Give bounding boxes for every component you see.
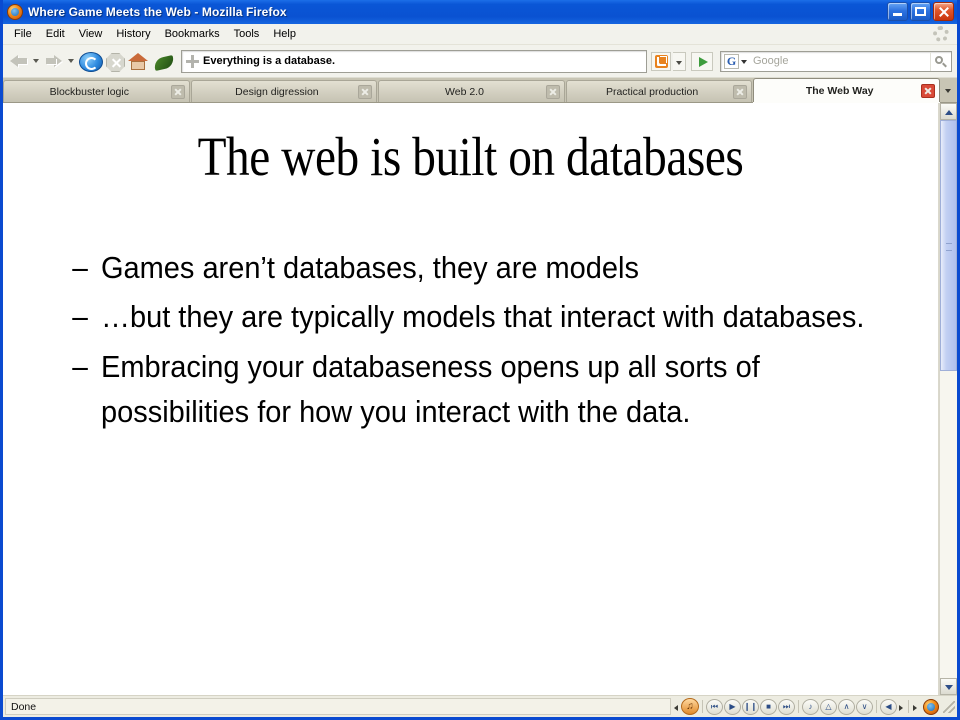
bullet-text: Games aren’t databases, they are models: [101, 251, 639, 285]
scrollbar-thumb[interactable]: [940, 120, 957, 372]
close-button[interactable]: [933, 2, 954, 21]
resize-grip-icon[interactable]: [943, 700, 955, 713]
separator: [908, 700, 909, 713]
next-track-icon[interactable]: ⏭: [778, 698, 795, 715]
previous-track-icon[interactable]: ⏮: [706, 698, 723, 715]
bullet-text: …but they are typically models that inte…: [101, 300, 865, 335]
music-note-icon[interactable]: ♫: [681, 698, 699, 715]
move-cursor-icon: [186, 54, 199, 68]
forward-arrow-icon[interactable]: [43, 51, 65, 71]
list-item: – Embracing your databaseness opens up a…: [71, 345, 908, 436]
tab-label: Practical production: [605, 85, 699, 98]
eject-icon[interactable]: △: [820, 698, 837, 715]
reload-icon[interactable]: [79, 52, 103, 72]
media-overflow-icon[interactable]: [912, 699, 919, 715]
list-item: – …but they are typically models that in…: [71, 295, 908, 340]
title-bar: Where Game Meets the Web - Mozilla Firef…: [3, 0, 957, 24]
navigation-toolbar: Everything is a database. G Google: [3, 45, 957, 78]
slide-page: The web is built on databases – Games ar…: [3, 103, 939, 695]
address-bar[interactable]: Everything is a database.: [181, 49, 647, 73]
separator: [702, 700, 703, 713]
content-area: The web is built on databases – Games ar…: [3, 103, 957, 695]
back-arrow-icon[interactable]: [8, 51, 30, 71]
pause-icon[interactable]: ❙❙: [742, 698, 759, 715]
close-icon[interactable]: [170, 84, 185, 99]
bullet-marker: –: [72, 300, 88, 335]
tab-label: Web 2.0: [445, 85, 484, 98]
menu-item-view[interactable]: View: [72, 26, 110, 42]
music-note-icon[interactable]: ♪: [802, 698, 819, 715]
tab-design-digression[interactable]: Design digression: [190, 80, 378, 102]
close-icon[interactable]: [545, 84, 560, 99]
throbber-icon: [933, 26, 949, 42]
address-input[interactable]: Everything is a database.: [203, 55, 335, 67]
status-message: Done: [5, 698, 671, 715]
tab-bar: Blockbuster logic Design digression Web …: [3, 78, 957, 103]
bullet-list: – Games aren’t databases, they are model…: [3, 246, 938, 436]
page-title: The web is built on databases: [197, 126, 744, 187]
window-controls: [887, 2, 954, 21]
scrollbar-track[interactable]: [940, 120, 957, 678]
vertical-scrollbar[interactable]: [939, 103, 957, 695]
search-box[interactable]: G Google: [720, 50, 952, 72]
menu-item-bookmarks[interactable]: Bookmarks: [158, 26, 227, 42]
browser-window: Where Game Meets the Web - Mozilla Firef…: [0, 0, 960, 720]
tab-blockbuster-logic[interactable]: Blockbuster logic: [3, 80, 190, 102]
tab-label: The Web Way: [805, 84, 874, 97]
tab-practical-production[interactable]: Practical production: [565, 80, 753, 102]
scroll-down-chevron-down-icon[interactable]: [940, 678, 957, 695]
separator: [798, 700, 799, 713]
mute-icon[interactable]: ◀: [880, 698, 897, 715]
menu-item-tools[interactable]: Tools: [227, 26, 267, 42]
close-icon[interactable]: [358, 84, 373, 99]
go-arrow-icon[interactable]: [691, 51, 713, 71]
minimize-button[interactable]: [887, 2, 908, 21]
menu-item-file[interactable]: File: [7, 26, 39, 42]
list-item: – Games aren’t databases, they are model…: [71, 246, 908, 291]
play-icon[interactable]: ▶: [724, 698, 741, 715]
tab-web-2-0[interactable]: Web 2.0: [378, 80, 565, 102]
firefox-icon[interactable]: [923, 698, 939, 715]
close-icon[interactable]: [920, 83, 935, 98]
volume-down-icon[interactable]: ∨: [856, 698, 873, 715]
tab-list-chevron-down-icon[interactable]: [940, 80, 957, 102]
bullet-marker: –: [72, 251, 88, 285]
scroll-up-chevron-up-icon[interactable]: [940, 103, 957, 120]
google-logo-icon[interactable]: G: [724, 53, 739, 69]
leaf-icon[interactable]: [152, 55, 176, 71]
firefox-icon: [7, 4, 23, 20]
menu-item-help[interactable]: Help: [266, 26, 303, 42]
search-input[interactable]: Google: [750, 55, 930, 67]
tab-the-web-way[interactable]: The Web Way: [753, 78, 940, 102]
search-engine-chevron-down-icon[interactable]: [740, 54, 750, 69]
bullet-text: Embracing your databaseness opens up all…: [101, 349, 760, 430]
stop-icon[interactable]: ■: [760, 698, 777, 715]
maximize-button[interactable]: [910, 2, 931, 21]
media-collapse-icon[interactable]: [673, 699, 680, 715]
back-history-chevron-down-icon[interactable]: [32, 51, 41, 71]
home-icon[interactable]: [127, 52, 149, 72]
media-toolbar: ♫ ⏮ ▶ ❙❙ ■ ⏭ ♪ △ ∧ ∨ ◀: [671, 697, 941, 716]
tab-label: Blockbuster logic: [49, 85, 129, 98]
search-icon[interactable]: [930, 51, 951, 71]
status-bar: Done ♫ ⏮ ▶ ❙❙ ■ ⏭ ♪ △ ∧ ∨ ◀: [3, 695, 957, 717]
close-icon[interactable]: [733, 84, 748, 99]
menu-item-history[interactable]: History: [109, 26, 157, 42]
menu-bar: File Edit View History Bookmarks Tools H…: [3, 24, 957, 45]
separator: [876, 700, 877, 713]
forward-history-chevron-down-icon[interactable]: [67, 51, 76, 71]
media-expand-icon[interactable]: [898, 699, 905, 715]
window-title: Where Game Meets the Web - Mozilla Firef…: [28, 5, 287, 19]
bullet-marker: –: [72, 349, 88, 384]
rss-chevron-down-icon[interactable]: [673, 51, 686, 71]
menu-item-edit[interactable]: Edit: [39, 26, 72, 42]
stop-icon[interactable]: [106, 53, 125, 72]
rss-feed-icon[interactable]: [651, 51, 671, 71]
tab-label: Design digression: [235, 85, 319, 98]
volume-up-icon[interactable]: ∧: [838, 698, 855, 715]
